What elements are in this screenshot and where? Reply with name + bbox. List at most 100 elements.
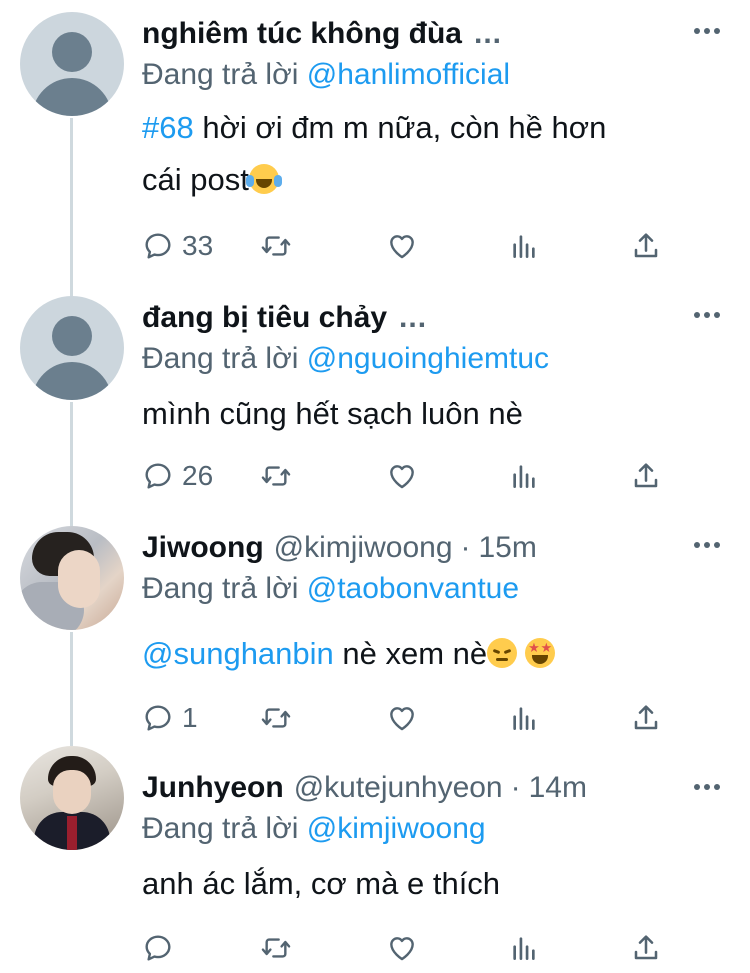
replying-to: Đang trả lời @nguoinghiemtuc	[142, 342, 549, 376]
reply-tweet[interactable]: đang bị tiêu chảy ... Đang trả lời @nguo…	[0, 284, 750, 524]
share-button[interactable]	[630, 226, 662, 266]
name-truncation: ...	[399, 301, 428, 334]
hashtag-link[interactable]: #68	[142, 110, 194, 145]
more-options-icon[interactable]	[694, 782, 720, 792]
analytics-icon	[513, 465, 535, 488]
more-options-icon[interactable]	[694, 26, 720, 36]
text-line: @sunghanbin nè xem nè	[142, 628, 556, 680]
heart-icon	[390, 465, 414, 489]
heart-icon	[390, 937, 414, 961]
replying-to: Đang trả lời @hanlimofficial	[142, 58, 510, 92]
views-button[interactable]	[508, 456, 540, 496]
tweet-header: nghiêm túc không đùa ...	[142, 14, 502, 54]
retweet-icon	[261, 466, 291, 486]
reply-button[interactable]: 1	[142, 698, 198, 738]
action-bar: 26	[142, 456, 682, 496]
views-button[interactable]	[508, 698, 540, 738]
reply-tweet[interactable]: Junhyeon @kutejunhyeon · 14m Đang trả lờ…	[0, 742, 750, 973]
retweet-button[interactable]	[260, 226, 292, 266]
reply-icon	[145, 463, 171, 489]
separator-dot: ·	[460, 531, 471, 564]
like-button[interactable]	[386, 226, 418, 266]
face-with-tears-of-joy-emoji	[245, 164, 282, 194]
replying-to: Đang trả lời @kimjiwoong	[142, 812, 486, 846]
star-struck-emoji	[525, 638, 556, 668]
display-name[interactable]: nghiêm túc không đùa	[142, 17, 462, 51]
default-avatar[interactable]	[20, 296, 124, 400]
action-bar: 1	[142, 698, 682, 738]
retweet-button[interactable]	[260, 698, 292, 738]
text-line: cái post	[142, 154, 606, 206]
more-options-icon[interactable]	[694, 310, 720, 320]
like-button[interactable]	[386, 698, 418, 738]
like-button[interactable]	[386, 928, 418, 968]
tweet-text: mình cũng hết sạch luôn nè	[142, 388, 523, 440]
analytics-icon	[513, 235, 535, 258]
heart-icon	[390, 707, 414, 731]
reply-count: 26	[182, 460, 214, 491]
mention-link[interactable]: @taobonvantue	[307, 572, 519, 605]
reply-tweet[interactable]: Jiwoong @kimjiwoong · 15m Đang trả lời @…	[0, 514, 750, 744]
analytics-icon	[513, 707, 535, 730]
share-button[interactable]	[630, 928, 662, 968]
replying-to-label: Đang trả lời	[142, 812, 299, 845]
timestamp[interactable]: 14m	[529, 771, 587, 805]
replying-to: Đang trả lời @taobonvantue	[142, 572, 519, 606]
display-name[interactable]: Junhyeon	[142, 771, 284, 805]
more-options-icon[interactable]	[694, 540, 720, 550]
views-button[interactable]	[508, 928, 540, 968]
display-name[interactable]: Jiwoong	[142, 531, 264, 565]
name-truncation: ...	[474, 17, 503, 50]
share-icon	[634, 463, 658, 488]
retweet-button[interactable]	[260, 456, 292, 496]
share-icon	[634, 233, 658, 258]
profile-photo-avatar[interactable]	[20, 746, 124, 850]
heart-icon	[390, 235, 414, 259]
text-line: #68 hời ơi đm m nữa, còn hề hơn	[142, 110, 607, 145]
reply-button[interactable]: 26	[142, 456, 213, 496]
mention-link[interactable]: @hanlimofficial	[307, 58, 510, 91]
action-bar	[142, 928, 682, 968]
reply-icon	[145, 233, 171, 259]
tweet-text: #68 hời ơi đm m nữa, còn hề hơn cái post	[142, 102, 606, 206]
reply-count: 1	[182, 702, 198, 733]
pensive-face-emoji	[487, 638, 518, 668]
tweet-header: Jiwoong @kimjiwoong · 15m	[142, 528, 537, 568]
replying-to-label: Đang trả lời	[142, 58, 299, 91]
like-button[interactable]	[386, 456, 418, 496]
timestamp[interactable]: 15m	[479, 531, 537, 565]
action-bar: 33	[142, 226, 682, 266]
share-button[interactable]	[630, 698, 662, 738]
replying-to-label: Đang trả lời	[142, 342, 299, 375]
analytics-icon	[513, 937, 535, 960]
reply-tweet[interactable]: nghiêm túc không đùa ... Đang trả lời @h…	[0, 0, 750, 290]
mention-link[interactable]: @nguoinghiemtuc	[307, 342, 549, 375]
replying-to-label: Đang trả lời	[142, 572, 299, 605]
text-line: anh ác lắm, cơ mà e thích	[142, 866, 501, 901]
text-line: mình cũng hết sạch luôn nè	[142, 396, 523, 431]
profile-photo-avatar[interactable]	[20, 526, 124, 630]
reply-button[interactable]: 33	[142, 226, 213, 266]
separator-dot: ·	[510, 771, 521, 804]
tweet-text: @sunghanbin nè xem nè	[142, 628, 556, 680]
user-handle[interactable]: @kimjiwoong	[274, 531, 453, 565]
tweet-text: anh ác lắm, cơ mà e thích	[142, 858, 500, 910]
retweet-icon	[261, 938, 291, 958]
mention-link[interactable]: @kimjiwoong	[307, 812, 486, 845]
views-button[interactable]	[508, 226, 540, 266]
default-avatar[interactable]	[20, 12, 124, 116]
retweet-button[interactable]	[260, 928, 292, 968]
reply-icon	[145, 705, 171, 731]
retweet-icon	[261, 236, 291, 256]
reply-count: 33	[182, 230, 214, 261]
user-handle[interactable]: @kutejunhyeon	[294, 771, 503, 805]
tweet-header: đang bị tiêu chảy ...	[142, 298, 427, 338]
mention-link[interactable]: @sunghanbin	[142, 636, 334, 671]
share-icon	[634, 935, 658, 960]
reply-button[interactable]	[142, 928, 174, 968]
share-icon	[634, 705, 658, 730]
retweet-icon	[261, 708, 291, 728]
share-button[interactable]	[630, 456, 662, 496]
tweet-header: Junhyeon @kutejunhyeon · 14m	[142, 768, 587, 808]
display-name[interactable]: đang bị tiêu chảy	[142, 301, 387, 335]
